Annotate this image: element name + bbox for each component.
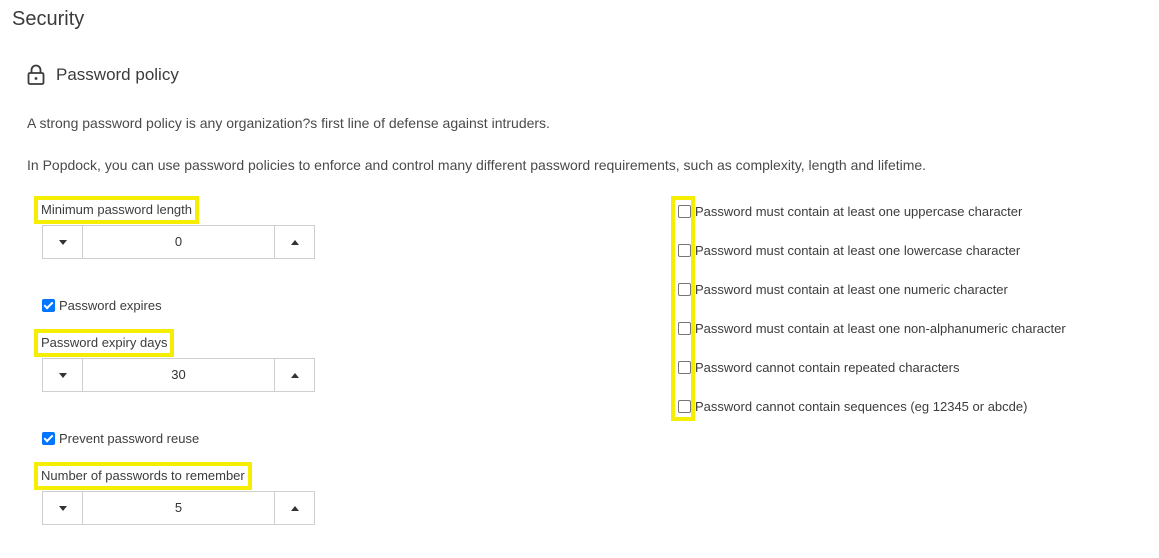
rule-nonalphanumeric-row: Password must contain at least one non-a…: [678, 321, 1066, 336]
rules-checkbox-highlight: [671, 196, 695, 421]
password-expires-checkbox[interactable]: [42, 299, 55, 312]
rule-repeated-label: Password cannot contain repeated charact…: [695, 360, 960, 375]
prevent-reuse-checkbox[interactable]: [42, 432, 55, 445]
min-length-increment-button[interactable]: [274, 226, 314, 258]
rule-lowercase-checkbox[interactable]: [678, 244, 691, 257]
rule-sequences-checkbox[interactable]: [678, 400, 691, 413]
min-length-decrement-button[interactable]: [43, 226, 83, 258]
remember-count-decrement-button[interactable]: [43, 492, 83, 524]
caret-up-icon: [290, 372, 299, 378]
caret-up-icon: [290, 505, 299, 511]
caret-down-icon: [58, 372, 67, 378]
rule-nonalphanumeric-checkbox[interactable]: [678, 322, 691, 335]
remember-count-increment-button[interactable]: [274, 492, 314, 524]
rule-lowercase-row: Password must contain at least one lower…: [678, 243, 1020, 258]
password-expires-label: Password expires: [59, 298, 162, 313]
remember-count-input[interactable]: 5: [83, 492, 274, 524]
rule-repeated-checkbox[interactable]: [678, 361, 691, 374]
lock-icon: [26, 64, 46, 86]
expiry-days-input[interactable]: 30: [83, 359, 274, 391]
page-title: Security: [12, 8, 85, 30]
section-title: Password policy: [56, 65, 179, 84]
expiry-days-increment-button[interactable]: [274, 359, 314, 391]
expiry-days-decrement-button[interactable]: [43, 359, 83, 391]
min-length-input[interactable]: 0: [83, 226, 274, 258]
rule-numeric-row: Password must contain at least one numer…: [678, 282, 1008, 297]
rule-repeated-row: Password cannot contain repeated charact…: [678, 360, 960, 375]
section-header: Password policy: [26, 64, 179, 86]
rule-uppercase-label: Password must contain at least one upper…: [695, 204, 1023, 219]
prevent-reuse-row: Prevent password reuse: [42, 431, 199, 446]
password-expires-row: Password expires: [42, 298, 162, 313]
min-length-label: Minimum password length: [34, 196, 200, 224]
remember-count-label: Number of passwords to remember: [34, 462, 252, 490]
expiry-days-label: Password expiry days: [34, 329, 175, 357]
min-length-stepper[interactable]: 0: [42, 225, 315, 259]
caret-up-icon: [290, 239, 299, 245]
policy-description: A strong password policy is any organiza…: [27, 115, 550, 131]
rule-uppercase-row: Password must contain at least one upper…: [678, 204, 1022, 219]
rule-lowercase-label: Password must contain at least one lower…: [695, 243, 1021, 258]
rule-nonalphanumeric-label: Password must contain at least one non-a…: [695, 321, 1066, 336]
rule-numeric-label: Password must contain at least one numer…: [695, 282, 1008, 297]
rule-uppercase-checkbox[interactable]: [678, 205, 691, 218]
caret-down-icon: [58, 505, 67, 511]
rule-sequences-label: Password cannot contain sequences (eg 12…: [695, 399, 1028, 414]
caret-down-icon: [58, 239, 67, 245]
expiry-days-stepper[interactable]: 30: [42, 358, 315, 392]
prevent-reuse-label: Prevent password reuse: [59, 431, 200, 446]
rule-numeric-checkbox[interactable]: [678, 283, 691, 296]
rule-sequences-row: Password cannot contain sequences (eg 12…: [678, 399, 1027, 414]
popdock-description: In Popdock, you can use password policie…: [27, 157, 927, 173]
remember-count-stepper[interactable]: 5: [42, 491, 315, 525]
